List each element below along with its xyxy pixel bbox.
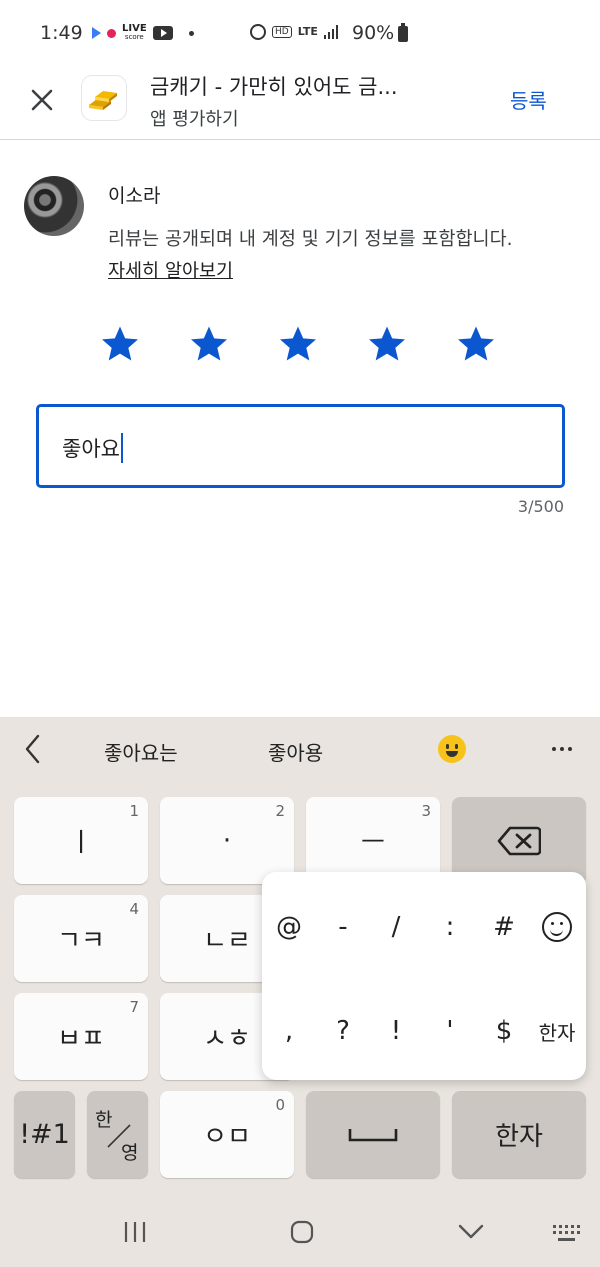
avatar bbox=[24, 176, 84, 236]
back-button[interactable] bbox=[457, 1221, 485, 1247]
backspace-key[interactable] bbox=[452, 797, 586, 884]
app-title: 금캐기 - 가만히 있어도 금... bbox=[150, 75, 398, 99]
space-icon bbox=[348, 1128, 398, 1141]
key-label: ㅇㅁ bbox=[203, 1122, 251, 1152]
star-1-icon[interactable] bbox=[100, 324, 140, 364]
hanja-key[interactable]: 한자 bbox=[452, 1091, 586, 1178]
key-label: ㅅㅎ bbox=[203, 1024, 251, 1054]
youtube-icon bbox=[152, 26, 173, 40]
post-button[interactable]: 등록 bbox=[510, 85, 547, 114]
key-label: ㅂㅍ bbox=[57, 1024, 105, 1054]
star-rating bbox=[100, 324, 496, 364]
character-counter: 3/500 bbox=[517, 497, 564, 516]
chevron-left-icon bbox=[25, 734, 40, 764]
key-b-p[interactable]: ㅂㅍ 7 bbox=[14, 993, 148, 1080]
keyboard-icon bbox=[553, 1225, 580, 1241]
key-vowel-dot[interactable]: · 2 bbox=[160, 797, 294, 884]
home-button[interactable] bbox=[289, 1219, 315, 1249]
app-icon bbox=[82, 76, 126, 120]
symbols-key[interactable]: !#1 bbox=[14, 1091, 75, 1178]
popup-hanja[interactable]: 한자 bbox=[530, 1006, 584, 1056]
flickr-pink-icon bbox=[107, 28, 116, 38]
lte-icon: LTE bbox=[297, 25, 318, 38]
navigation-bar bbox=[0, 1205, 600, 1267]
suggestion-2[interactable]: 좋아용 bbox=[268, 737, 323, 766]
popup-symbol-at[interactable]: @ bbox=[262, 902, 316, 952]
key-label: ㄴㄹ bbox=[203, 926, 251, 956]
key-number: 1 bbox=[129, 802, 139, 820]
popup-symbol-apostrophe[interactable]: ' bbox=[423, 1006, 477, 1056]
hanja-key-label: 한자 bbox=[495, 1122, 543, 1152]
livescore-icon: LIVE score bbox=[122, 23, 147, 42]
key-vowel-eu[interactable]: ㅡ 3 bbox=[306, 797, 440, 884]
star-3-icon[interactable] bbox=[278, 324, 318, 364]
key-vowel-i[interactable]: ㅣ 1 bbox=[14, 797, 148, 884]
popup-symbol-question[interactable]: ? bbox=[316, 1006, 370, 1056]
key-ng-m[interactable]: ㅇㅁ 0 bbox=[160, 1091, 294, 1178]
emoji-suggestion-icon[interactable] bbox=[438, 735, 466, 763]
review-input[interactable]: 좋아요 bbox=[36, 404, 565, 488]
key-number: 7 bbox=[129, 998, 139, 1016]
more-notifications-icon bbox=[188, 30, 194, 36]
hd-voice-icon: HD bbox=[272, 26, 292, 38]
close-icon bbox=[31, 89, 53, 111]
key-label: ㅡ bbox=[361, 828, 385, 858]
signal-icon bbox=[323, 25, 338, 39]
notice-text: 리뷰는 공개되며 내 계정 및 기기 정보를 포함합니다. bbox=[108, 229, 513, 250]
symbol-popup: @ - / : # , ? ! ' $ 한자 bbox=[262, 872, 586, 1080]
symbols-key-label: !#1 bbox=[19, 1119, 70, 1150]
star-5-icon[interactable] bbox=[456, 324, 496, 364]
suggestion-bar: 좋아요는 좋아용 bbox=[0, 717, 600, 783]
status-bar: 1:49 LIVE score HD LTE 90% bbox=[0, 0, 600, 60]
popup-symbol-hash[interactable]: # bbox=[477, 902, 531, 952]
suggestion-back-button[interactable] bbox=[22, 733, 44, 769]
status-time: 1:49 bbox=[40, 22, 83, 44]
key-g-k[interactable]: ㄱㅋ 4 bbox=[14, 895, 148, 982]
flickr-blue-icon bbox=[92, 27, 101, 39]
popup-symbol-dash[interactable]: - bbox=[316, 902, 370, 952]
key-label: ㅣ bbox=[69, 828, 93, 858]
popup-symbol-slash[interactable]: / bbox=[369, 902, 423, 952]
key-label: · bbox=[222, 825, 232, 856]
star-2-icon[interactable] bbox=[189, 324, 229, 364]
gold-bars-icon bbox=[89, 91, 117, 110]
popup-symbol-colon[interactable]: : bbox=[423, 902, 477, 952]
popup-emoji-button[interactable] bbox=[530, 902, 584, 952]
recent-apps-button[interactable] bbox=[122, 1219, 148, 1249]
status-system-icons: HD LTE bbox=[250, 24, 338, 40]
star-4-icon[interactable] bbox=[367, 324, 407, 364]
alarm-icon bbox=[250, 24, 266, 40]
keyboard-switch-button[interactable] bbox=[551, 1223, 581, 1249]
text-cursor bbox=[120, 433, 123, 463]
popup-symbol-dollar[interactable]: $ bbox=[477, 1006, 531, 1056]
key-number: 4 bbox=[129, 900, 139, 918]
space-key[interactable] bbox=[306, 1091, 440, 1178]
learn-more-link[interactable]: 자세히 알아보기 bbox=[108, 261, 233, 282]
reviewer-name: 이소라 bbox=[108, 185, 161, 207]
key-number: 2 bbox=[275, 802, 285, 820]
smiley-icon bbox=[542, 912, 572, 942]
review-text-wrap: 좋아요 bbox=[62, 433, 123, 463]
suggestion-1[interactable]: 좋아요는 bbox=[104, 737, 178, 766]
popup-symbol-exclamation[interactable]: ! bbox=[369, 1006, 423, 1056]
review-text: 좋아요 bbox=[62, 437, 120, 461]
status-notifications: LIVE score bbox=[92, 24, 194, 42]
battery-percent: 90% bbox=[352, 22, 395, 44]
public-review-notice: 리뷰는 공개되며 내 계정 및 기기 정보를 포함합니다. 자세히 알아보기 bbox=[108, 224, 528, 288]
language-switch-key[interactable]: 한 영 bbox=[87, 1091, 148, 1178]
review-header: 금캐기 - 가만히 있어도 금... 앱 평가하기 등록 bbox=[0, 60, 600, 140]
recent-apps-icon bbox=[124, 1222, 146, 1242]
close-button[interactable] bbox=[22, 80, 62, 120]
key-label: ㄱㅋ bbox=[57, 926, 105, 956]
chevron-down-icon bbox=[458, 1224, 484, 1239]
page-subtitle: 앱 평가하기 bbox=[150, 109, 239, 130]
more-options-icon[interactable] bbox=[552, 747, 572, 751]
home-icon bbox=[290, 1220, 314, 1244]
key-number: 3 bbox=[421, 802, 431, 820]
backspace-icon bbox=[497, 826, 541, 855]
key-number: 0 bbox=[275, 1096, 285, 1114]
popup-symbol-comma[interactable]: , bbox=[262, 1006, 316, 1056]
lang-bottom-label: 영 bbox=[121, 1142, 139, 1164]
battery-icon bbox=[398, 23, 408, 42]
